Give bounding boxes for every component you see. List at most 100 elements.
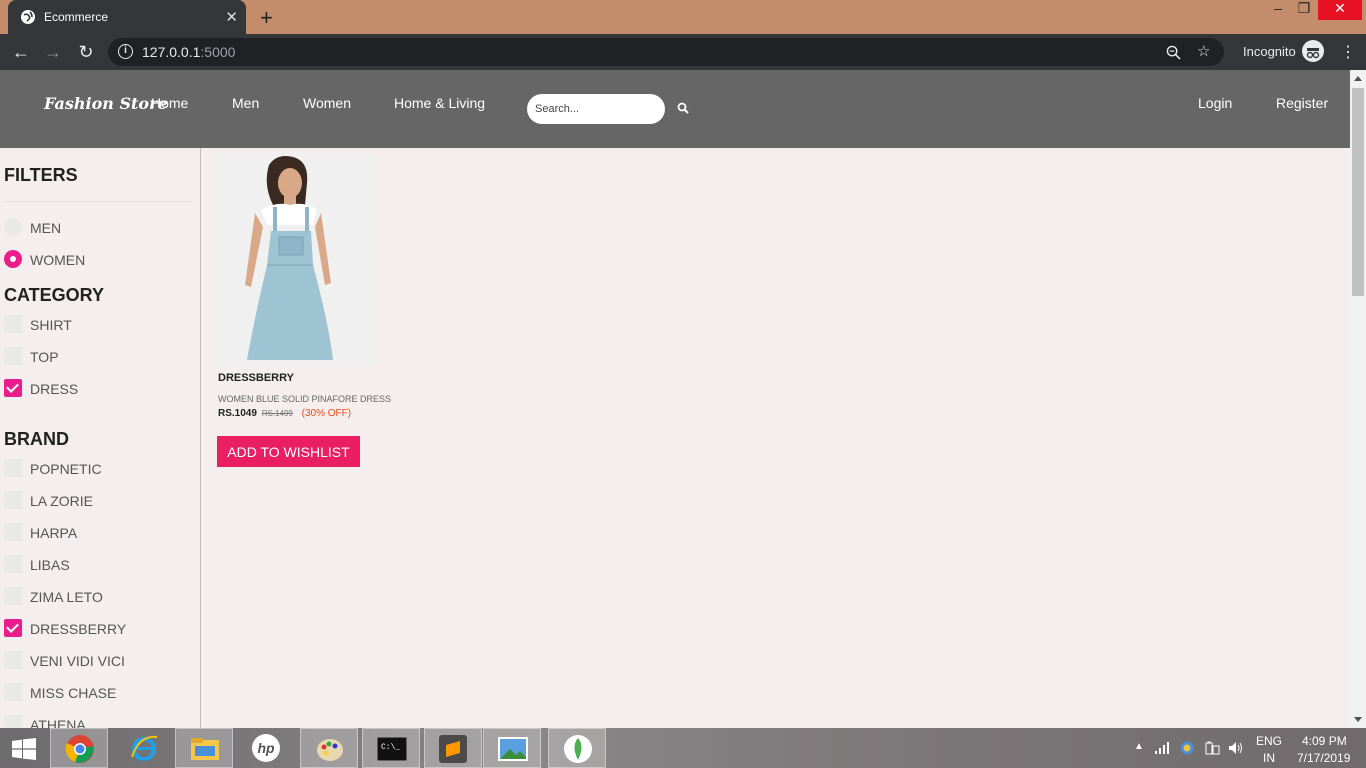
- incognito-label: Incognito: [1243, 44, 1296, 59]
- battery-icon[interactable]: [1204, 740, 1220, 756]
- tray-overflow-icon[interactable]: ▲: [1134, 741, 1144, 752]
- option-label: DRESSBERRY: [30, 621, 127, 637]
- back-arrow-icon[interactable]: ←: [9, 40, 33, 64]
- site-header: Fashion Store Home Men Women Home & Livi…: [0, 70, 1350, 148]
- windows-start-icon[interactable]: [12, 738, 36, 760]
- taskbar-internet-explorer[interactable]: [115, 728, 173, 768]
- bookmark-star-icon[interactable]: ☆: [1197, 42, 1210, 60]
- checkbox[interactable]: [4, 523, 22, 541]
- close-window-button[interactable]: ✕: [1318, 0, 1362, 20]
- checkbox[interactable]: [4, 555, 22, 573]
- option-label: WOMEN: [30, 252, 86, 268]
- paint-palette-icon: [317, 739, 343, 761]
- product-image[interactable]: [217, 155, 375, 365]
- nav-home-living[interactable]: Home & Living: [394, 95, 485, 111]
- option-label: MEN: [30, 220, 62, 236]
- zoom-icon[interactable]: [1166, 45, 1181, 60]
- price-row: RS.1049 RS.1499 (30% OFF): [218, 408, 351, 419]
- tab-title: Ecommerce: [44, 10, 109, 24]
- option-label: ZIMA LETO: [30, 589, 103, 605]
- option-label: LIBAS: [30, 557, 70, 573]
- scroll-up-arrow-icon[interactable]: [1354, 76, 1362, 81]
- sublime-text-icon: [439, 735, 467, 763]
- taskbar-chrome[interactable]: [50, 728, 108, 768]
- globe-icon: [21, 10, 35, 24]
- checkbox[interactable]: [4, 491, 22, 509]
- nav-women[interactable]: Women: [303, 95, 351, 111]
- checkbox[interactable]: [4, 347, 22, 365]
- radio-button[interactable]: [4, 250, 22, 268]
- scroll-down-arrow-icon[interactable]: [1354, 717, 1362, 722]
- new-tab-button[interactable]: +: [260, 5, 273, 31]
- browser-menu-icon[interactable]: ⋮: [1340, 42, 1356, 62]
- url-text: 127.0.0.1:5000: [142, 44, 236, 60]
- brand-heading: BRAND: [4, 429, 69, 449]
- filter-sidebar: FILTERS MEN WOMEN CATEGORY SHIRT TOP DRE…: [0, 148, 201, 728]
- browser-tab[interactable]: Ecommerce ✕: [8, 0, 246, 34]
- region-indicator[interactable]: IN: [1263, 751, 1275, 765]
- add-to-wishlist-button[interactable]: ADD TO WISHLIST: [217, 436, 360, 467]
- taskbar-photos[interactable]: [483, 728, 541, 768]
- checkbox[interactable]: [4, 587, 22, 605]
- user-status-icon[interactable]: [1180, 741, 1194, 755]
- divider: [4, 201, 192, 202]
- reload-icon[interactable]: ↻: [74, 40, 98, 64]
- checkbox[interactable]: [4, 683, 22, 701]
- folder-icon: [191, 738, 219, 760]
- taskbar-hp[interactable]: hp: [237, 728, 295, 768]
- product-mrp: RS.1499: [261, 409, 293, 418]
- incognito-icon[interactable]: [1302, 40, 1324, 62]
- chrome-icon: [65, 735, 94, 763]
- option-label: LA ZORIE: [30, 493, 94, 509]
- checkbox[interactable]: [4, 379, 22, 397]
- svg-text:hp: hp: [257, 740, 275, 756]
- nav-men[interactable]: Men: [232, 95, 259, 111]
- site-info-icon[interactable]: i: [118, 44, 133, 59]
- option-label: SHIRT: [30, 317, 72, 333]
- checkbox[interactable]: [4, 459, 22, 477]
- search-input[interactable]: [527, 94, 665, 124]
- page-scrollbar[interactable]: [1350, 70, 1366, 728]
- product-name[interactable]: WOMEN BLUE SOLID PINAFORE DRESS: [218, 394, 391, 404]
- taskbar-file-explorer[interactable]: [175, 728, 233, 768]
- product-brand: DRESSBERRY: [218, 372, 294, 384]
- close-tab-icon[interactable]: ✕: [225, 8, 238, 26]
- option-label: ATHENA: [30, 717, 86, 728]
- taskbar-sublime-text[interactable]: [424, 728, 482, 768]
- taskbar-paint[interactable]: [300, 728, 358, 768]
- register-link[interactable]: Register: [1276, 95, 1328, 111]
- checkbox[interactable]: [4, 651, 22, 669]
- browser-toolbar: ← → ↻ i 127.0.0.1:5000 ☆ Incognito ⋮: [0, 34, 1366, 70]
- model-dress-illustration: [217, 155, 375, 365]
- search-icon[interactable]: [677, 102, 689, 114]
- clock-time[interactable]: 4:09 PM: [1302, 734, 1347, 748]
- nav-home[interactable]: Home: [151, 95, 188, 111]
- taskbar-command-prompt[interactable]: C:\_: [362, 728, 420, 768]
- checkbox[interactable]: [4, 715, 22, 728]
- scroll-thumb[interactable]: [1352, 88, 1364, 296]
- address-bar[interactable]: i 127.0.0.1:5000 ☆: [108, 38, 1224, 66]
- language-indicator[interactable]: ENG: [1256, 734, 1282, 748]
- svg-text:C:\_: C:\_: [381, 743, 400, 752]
- volume-icon[interactable]: [1228, 741, 1244, 755]
- command-prompt-icon: C:\_: [377, 737, 407, 761]
- radio-button[interactable]: [4, 218, 22, 236]
- option-label: DRESS: [30, 381, 79, 397]
- option-label: HARPA: [30, 525, 78, 541]
- login-link[interactable]: Login: [1198, 95, 1232, 111]
- mongodb-leaf-icon: [564, 735, 592, 763]
- hp-logo-icon: hp: [252, 734, 280, 762]
- network-signal-icon[interactable]: [1155, 742, 1171, 754]
- browser-tabstrip: Ecommerce ✕ + – ❐ ✕: [0, 0, 1366, 34]
- checkbox[interactable]: [4, 619, 22, 637]
- clock-date[interactable]: 7/17/2019: [1297, 751, 1350, 765]
- taskbar-mongodb[interactable]: [548, 728, 606, 768]
- forward-arrow-icon[interactable]: →: [41, 40, 65, 64]
- site-logo[interactable]: Fashion Store: [44, 94, 168, 113]
- option-label: TOP: [30, 349, 59, 365]
- option-label: VENI VIDI VICI: [30, 653, 125, 669]
- checkbox[interactable]: [4, 315, 22, 333]
- product-discount: (30% OFF): [301, 408, 352, 419]
- option-label: MISS CHASE: [30, 685, 117, 701]
- windows-taskbar: hp C:\_ ▲ ENG IN 4:09 PM 7/17/2019: [0, 728, 1366, 768]
